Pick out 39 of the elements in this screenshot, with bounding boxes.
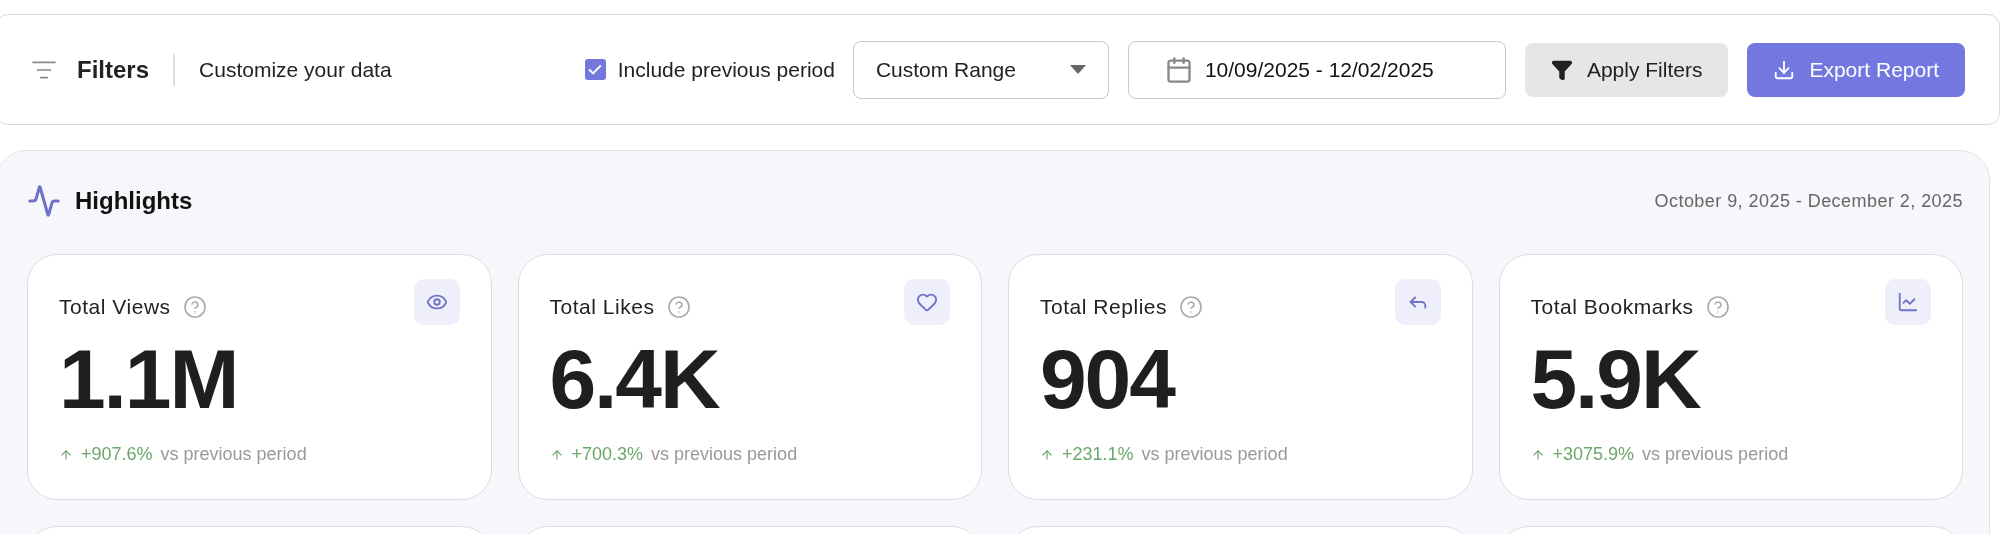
funnel-icon <box>1550 58 1573 81</box>
include-previous-checkbox[interactable]: Include previous period <box>584 53 835 86</box>
arrow-up-icon <box>1040 447 1054 462</box>
help-icon[interactable] <box>182 294 207 319</box>
change-percent: +3075.9% <box>1552 443 1635 466</box>
change-note: vs previous period <box>1141 443 1288 466</box>
date-range-field[interactable]: 10/09/2025 - 12/02/2025 <box>1127 40 1506 99</box>
help-icon[interactable] <box>1179 294 1204 319</box>
calendar-icon <box>1164 55 1193 84</box>
card-title: Total Replies <box>1040 294 1168 320</box>
stat-value: 5.9K <box>1530 337 1702 421</box>
checkbox[interactable] <box>584 59 606 80</box>
caret-down-icon <box>1069 65 1086 74</box>
highlights-title: Highlights <box>75 186 193 216</box>
change-note: vs previous period <box>1642 443 1789 466</box>
stat-value: 1.1M <box>59 337 239 421</box>
range-select[interactable]: Custom Range <box>852 40 1109 99</box>
change-note: vs previous period <box>160 443 307 466</box>
card-title: Total Views <box>59 294 171 320</box>
help-icon[interactable] <box>1705 294 1730 319</box>
filters-title: Filters <box>77 54 150 85</box>
card-title: Total Likes <box>549 294 655 320</box>
eye-icon <box>413 279 460 325</box>
download-icon <box>1773 58 1796 81</box>
stat-value: 6.4K <box>549 337 721 421</box>
apply-filters-button[interactable]: Apply Filters <box>1524 42 1729 97</box>
stat-value: 904 <box>1040 337 1176 421</box>
change-percent: +231.1% <box>1062 443 1134 466</box>
filters-subtitle: Customize your data <box>199 56 392 83</box>
arrow-up-icon <box>1530 447 1545 462</box>
pulse-icon <box>27 184 61 218</box>
card-title: Total Bookmarks <box>1530 294 1694 320</box>
line-chart-icon <box>1885 279 1931 325</box>
export-report-button[interactable]: Export Report <box>1747 42 1965 97</box>
change-percent: +907.6% <box>81 443 153 466</box>
date-range-label: October 9, 2025 - December 2, 2025 <box>1654 189 1963 213</box>
help-icon[interactable] <box>666 294 691 319</box>
change-note: vs previous period <box>651 443 798 466</box>
change-percent: +700.3% <box>571 443 644 466</box>
